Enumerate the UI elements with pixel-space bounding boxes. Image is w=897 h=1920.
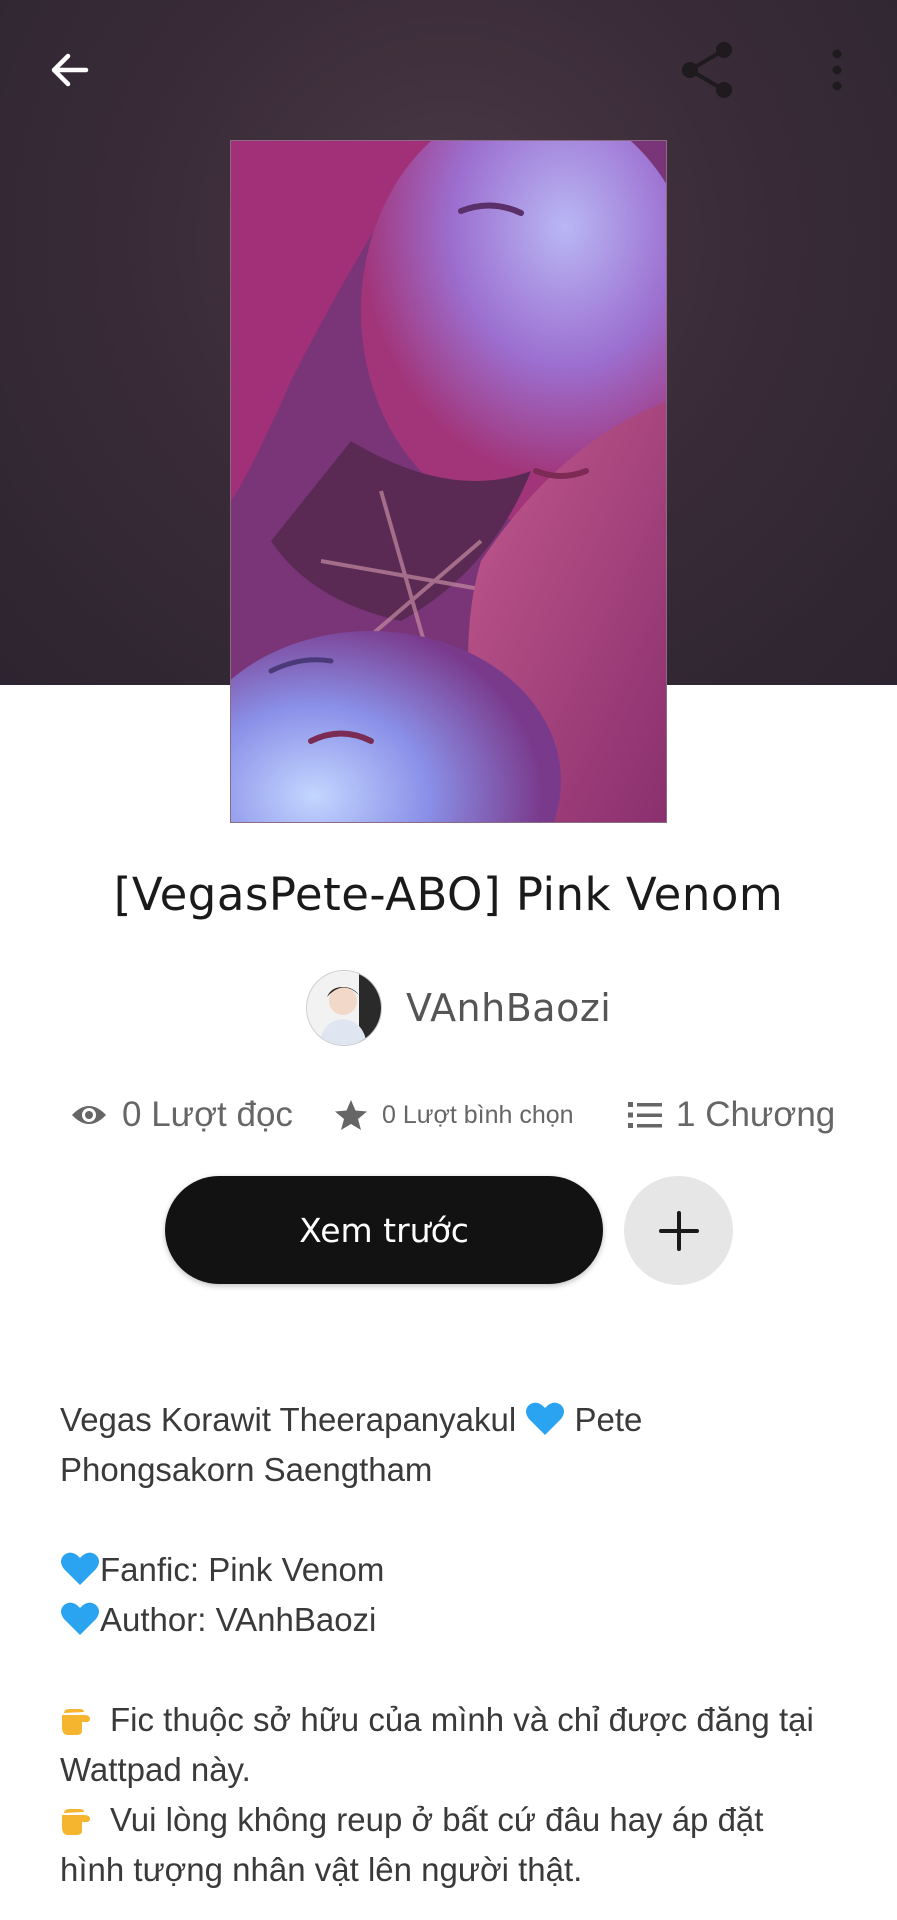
description-line: hình tượng nhân vật lên người thật. bbox=[60, 1851, 583, 1888]
author-row[interactable]: VAnhBaozi bbox=[306, 970, 611, 1046]
description-text: Author: VAnhBaozi bbox=[100, 1601, 377, 1638]
chapters-stat[interactable]: 1 Chương bbox=[628, 1085, 835, 1145]
description-line: Fic thuộc sở hữu của mình và chỉ được đă… bbox=[60, 1695, 850, 1745]
chapters-count[interactable]: 1 Chương bbox=[676, 1095, 835, 1135]
description-line: Fanfic: Pink Venom bbox=[60, 1545, 850, 1595]
cover-artwork bbox=[231, 141, 666, 822]
blue-heart-icon bbox=[61, 1552, 99, 1585]
pointing-hand-icon bbox=[62, 1709, 90, 1735]
eye-icon bbox=[72, 1106, 106, 1124]
author-name[interactable]: VAnhBaozi bbox=[406, 986, 611, 1030]
reads-count: 0 Lượt đọc bbox=[122, 1095, 293, 1134]
arrow-left-icon bbox=[51, 53, 89, 87]
star-icon bbox=[335, 1100, 367, 1130]
reads-stat: 0 Lượt đọc bbox=[70, 1085, 293, 1145]
description-line: Wattpad này. bbox=[60, 1751, 251, 1788]
more-vertical-icon bbox=[832, 49, 842, 91]
description-text: Fanfic: Pink Venom bbox=[100, 1551, 385, 1588]
more-options-button[interactable] bbox=[797, 30, 877, 110]
description-line: Vegas Korawit Theerapanyakul Pete bbox=[60, 1395, 850, 1445]
description-line: Author: VAnhBaozi bbox=[60, 1595, 850, 1645]
pointing-hand-icon bbox=[62, 1809, 90, 1835]
story-description: Vegas Korawit Theerapanyakul Pete Phongs… bbox=[60, 1395, 850, 1895]
preview-read-button[interactable]: Xem trước bbox=[165, 1176, 603, 1284]
plus-icon bbox=[658, 1210, 699, 1251]
add-to-library-button[interactable] bbox=[624, 1176, 733, 1285]
story-cover-image[interactable] bbox=[230, 140, 667, 823]
description-text: Fic thuộc sở hữu của mình và chỉ được đă… bbox=[110, 1701, 814, 1738]
votes-stat: 0 Lượt bình chọn bbox=[334, 1085, 574, 1145]
blue-heart-icon bbox=[526, 1402, 565, 1435]
description-line: Vui lòng không reup ở bất cứ đâu hay áp … bbox=[60, 1795, 850, 1845]
author-avatar[interactable] bbox=[306, 970, 382, 1046]
back-button[interactable] bbox=[30, 30, 110, 110]
list-icon bbox=[628, 1102, 662, 1128]
story-title: [VegasPete-ABO] Pink Venom bbox=[113, 868, 784, 921]
description-line: Phongsakorn Saengtham bbox=[60, 1451, 433, 1488]
story-detail-page: [VegasPete-ABO] Pink Venom VAnhBaozi 0 L… bbox=[0, 0, 897, 1920]
description-text: Vegas Korawit Theerapanyakul bbox=[60, 1401, 526, 1438]
avatar-image bbox=[307, 971, 381, 1045]
top-bar bbox=[0, 0, 897, 140]
share-button[interactable] bbox=[668, 30, 748, 110]
description-text: Pete bbox=[565, 1401, 643, 1438]
votes-count: 0 Lượt bình chọn bbox=[382, 1100, 574, 1129]
blue-heart-icon bbox=[61, 1602, 99, 1635]
share-icon bbox=[682, 42, 732, 98]
story-stats: 0 Lượt đọc 0 Lượt bình chọn 1 Chương bbox=[0, 1085, 897, 1145]
description-text: Vui lòng không reup ở bất cứ đâu hay áp … bbox=[110, 1801, 764, 1838]
